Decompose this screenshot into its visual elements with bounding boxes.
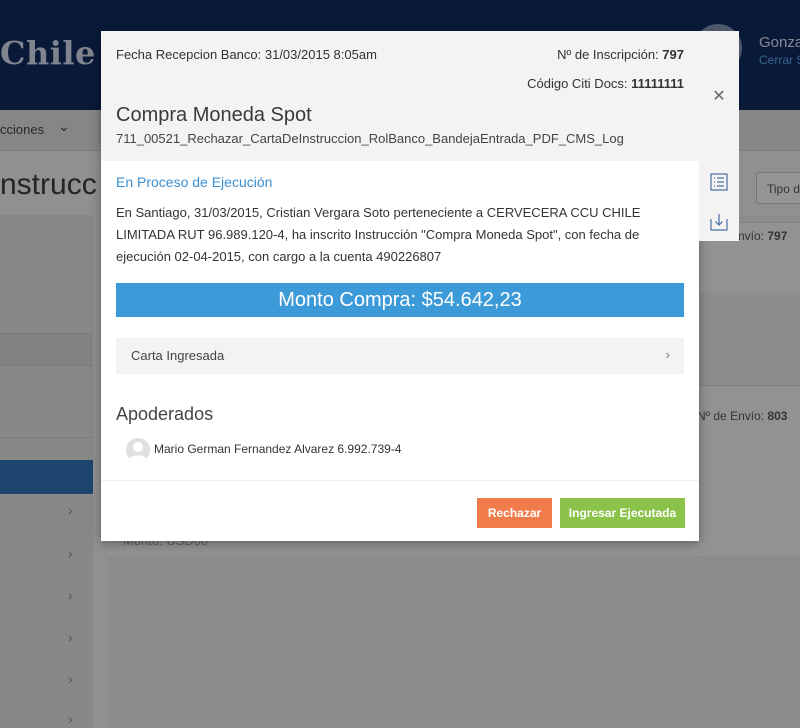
letter-received-label: Carta Ingresada [131, 348, 225, 363]
citi-docs-label: Código Citi Docs: [527, 76, 628, 91]
modal-subtitle: 711_00521_Rechazar_CartaDeInstruccion_Ro… [116, 131, 624, 146]
citi-docs-value: 11111111 [631, 76, 684, 91]
download-icon[interactable] [710, 213, 728, 231]
reception-date: Fecha Recepcion Banco: 31/03/2015 8:05am [116, 47, 377, 62]
chevron-right-icon: › [665, 347, 670, 362]
list-icon[interactable] [710, 173, 728, 191]
modal-title: Compra Moneda Spot [116, 104, 312, 126]
reject-button[interactable]: Rechazar [477, 498, 552, 528]
apoderado-name: Mario German Fernandez Alvarez 6.992.739… [154, 442, 402, 456]
inscription-value: 797 [662, 47, 684, 62]
inscription-label: Nº de Inscripción: [557, 47, 659, 62]
instruction-description: En Santiago, 31/03/2015, Cristian Vergar… [116, 205, 641, 264]
avatar [126, 438, 150, 462]
inscription-number: Nº de Inscripción: 797 [557, 47, 684, 62]
modal-header: Fecha Recepcion Banco: 31/03/2015 8:05am… [101, 31, 699, 161]
footer-divider [101, 480, 699, 481]
instruction-detail-modal: Fecha Recepcion Banco: 31/03/2015 8:05am… [101, 31, 699, 541]
close-icon[interactable]: ✕ [709, 86, 729, 106]
modal-side-panel: ✕ [699, 31, 739, 241]
purchase-amount-banner: Monto Compra: $54.642,23 [116, 283, 684, 317]
citi-docs-code: Código Citi Docs: 11111111 [527, 76, 684, 91]
letter-received-row[interactable]: Carta Ingresada › [116, 338, 684, 374]
apoderados-heading: Apoderados [116, 404, 214, 424]
status-label: En Proceso de Ejecución [116, 174, 273, 190]
enter-executed-button[interactable]: Ingresar Ejecutada [560, 498, 685, 528]
